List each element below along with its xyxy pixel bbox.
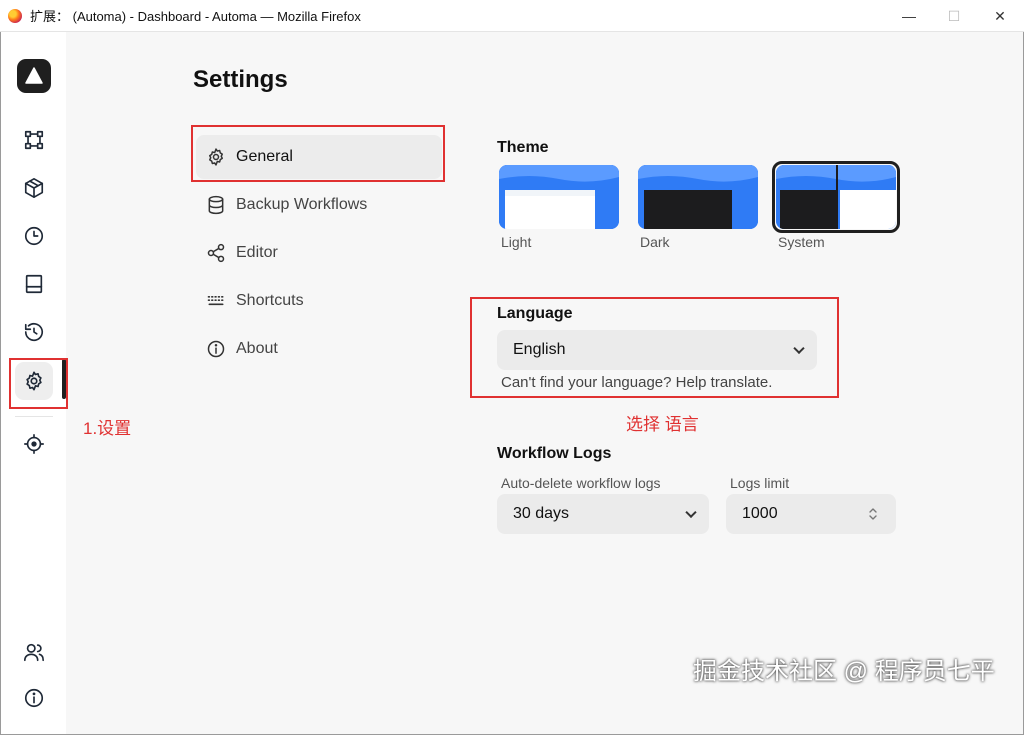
chevron-down-icon (793, 342, 805, 355)
help-translate-link[interactable]: Can't find your language? Help translate… (501, 374, 772, 391)
logs-limit-input[interactable]: 1000 (726, 494, 896, 534)
keyboard-icon (207, 296, 224, 306)
auto-delete-label: Auto-delete workflow logs (501, 475, 661, 491)
sidebar-item-schedule[interactable] (20, 222, 48, 250)
clock-icon (24, 226, 44, 246)
app-window: 1.设置 Settings General Backup Workflows E… (0, 32, 1024, 735)
maximize-button[interactable]: ☐ (931, 0, 977, 32)
workflow-logs-label: Workflow Logs (497, 445, 612, 462)
close-button[interactable]: ✕ (977, 0, 1023, 32)
theme-option-label: Light (501, 234, 532, 250)
theme-option-dark[interactable] (638, 165, 758, 229)
theme-option-system[interactable] (776, 165, 896, 229)
theme-option-label: System (778, 234, 825, 250)
language-select-value: English (513, 341, 566, 358)
sidebar-divider (15, 416, 53, 417)
settings-nav-label: Shortcuts (236, 292, 304, 309)
general-annotation-box (191, 125, 445, 182)
settings-nav-label: Backup Workflows (236, 196, 368, 213)
settings-nav-about[interactable]: About (196, 327, 442, 371)
settings-nav-backup-workflows[interactable]: Backup Workflows (196, 183, 442, 227)
settings-annotation-text: 1.设置 (83, 419, 132, 438)
logs-limit-label: Logs limit (730, 475, 790, 491)
sidebar-item-storage[interactable] (20, 270, 48, 298)
storage-icon (25, 274, 43, 294)
minimize-button[interactable]: — (886, 0, 932, 32)
logs-limit-value: 1000 (742, 505, 778, 522)
workflow-icon (24, 130, 44, 150)
sidebar-item-team[interactable] (20, 638, 48, 666)
theme-label: Theme (497, 139, 549, 156)
info-icon (24, 688, 44, 708)
firefox-icon (8, 8, 22, 23)
theme-option-light[interactable] (499, 165, 619, 229)
history-icon (24, 323, 44, 342)
users-icon (24, 643, 44, 662)
stepper-icon[interactable] (868, 506, 878, 522)
auto-delete-value: 30 days (513, 505, 570, 522)
page-title: Settings (193, 66, 288, 93)
auto-delete-select[interactable]: 30 days (497, 494, 709, 534)
sidebar-item-about[interactable] (20, 684, 48, 712)
language-annotation-text: 选择 语言 (626, 415, 699, 434)
language-select[interactable]: English (497, 330, 817, 370)
crosshair-icon (24, 434, 44, 454)
package-icon (24, 178, 44, 198)
window-title: 扩展： (Automa) - Dashboard - Automa — Mozi… (30, 9, 361, 24)
theme-preview-dark (638, 165, 758, 229)
settings-nav-editor[interactable]: Editor (196, 231, 442, 275)
sidebar-item-workflows[interactable] (20, 126, 48, 154)
window-titlebar: 扩展： (Automa) - Dashboard - Automa — Mozi… (0, 0, 1024, 32)
watermark: 掘金技术社区 @ 程序员七平 (693, 658, 995, 685)
sidebar-item-packages[interactable] (20, 174, 48, 202)
language-label: Language (497, 305, 573, 322)
theme-preview-light (499, 165, 619, 229)
settings-annotation-box (9, 358, 68, 409)
database-icon (208, 195, 224, 215)
automa-logo-icon (25, 67, 43, 84)
info-icon (207, 340, 225, 358)
share-icon (207, 243, 225, 263)
sidebar-item-element-selector[interactable] (20, 430, 48, 458)
chevron-down-icon (685, 506, 697, 519)
sidebar-item-logs[interactable] (20, 318, 48, 346)
automa-logo[interactable] (17, 59, 51, 93)
settings-nav-label: Editor (236, 244, 278, 261)
settings-nav-label: About (236, 340, 278, 357)
theme-option-label: Dark (640, 234, 670, 250)
settings-nav-shortcuts[interactable]: Shortcuts (196, 279, 442, 323)
theme-preview-system (776, 165, 896, 229)
